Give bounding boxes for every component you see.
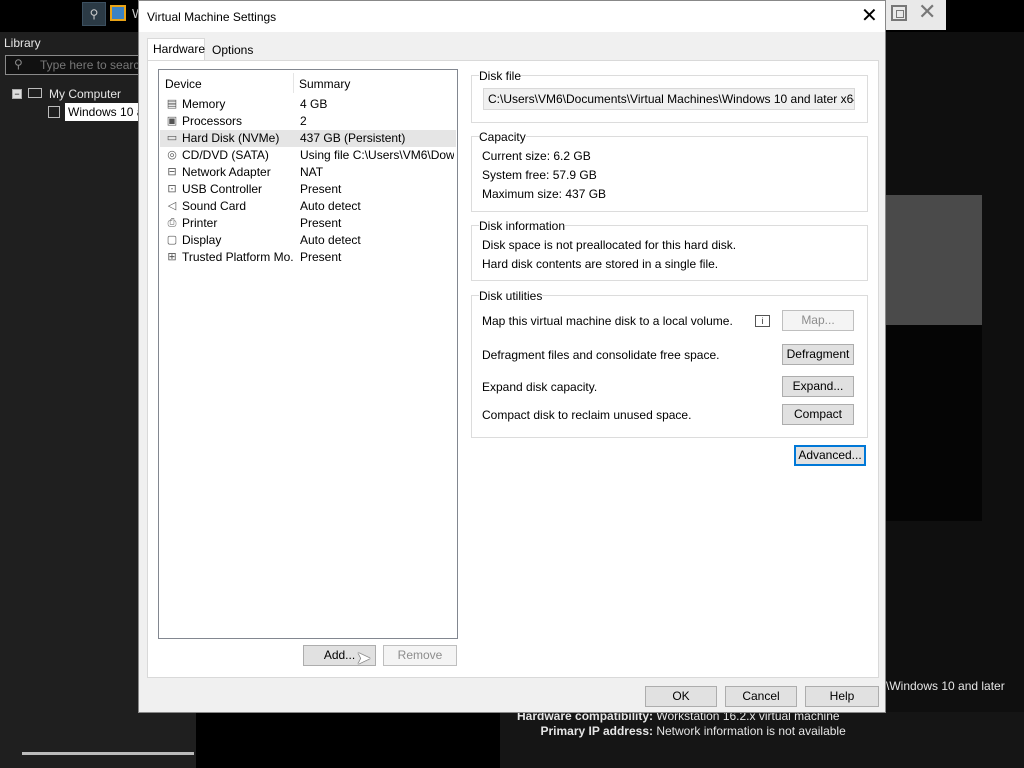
detail-value: Network information is not available [656, 724, 846, 738]
remove-button[interactable]: Remove [383, 645, 457, 666]
tpm-icon: ⊞ [167, 250, 177, 263]
dialog-titlebar: Virtual Machine Settings ✕ [139, 1, 885, 32]
device-name: CD/DVD (SATA) [182, 148, 269, 162]
device-summary: Using file C:\Users\VM6\Dow... [300, 148, 454, 162]
vm-settings-dialog: Virtual Machine Settings ✕ Hardware Opti… [138, 0, 886, 713]
pin-icon[interactable]: ⚲ [82, 2, 106, 26]
device-name: Network Adapter [182, 165, 271, 179]
device-summary: NAT [300, 165, 324, 179]
vmware-logo-icon [110, 5, 126, 21]
device-row[interactable]: ⎙ Printer Present [160, 215, 456, 232]
search-icon: ⚲ [14, 57, 23, 71]
tab-options[interactable]: Options [207, 40, 257, 60]
device-list-header: Device Summary [159, 70, 457, 96]
library-search-input[interactable]: Type here to search [5, 55, 155, 75]
device-summary: 4 GB [300, 97, 328, 111]
mouse-cursor-icon: ➤ [356, 648, 372, 669]
tree-collapse-icon[interactable]: − [12, 89, 22, 99]
advanced-button[interactable]: Advanced... [794, 445, 866, 466]
sound-card-icon: ◁ [167, 199, 177, 212]
defragment-description: Defragment files and consolidate free sp… [482, 348, 720, 362]
disk-file-label: Disk file [479, 69, 522, 83]
usb-icon: ⊡ [167, 182, 177, 195]
device-summary: 437 GB (Persistent) [300, 131, 406, 145]
help-button[interactable]: Help [805, 686, 879, 707]
device-list[interactable]: Device Summary ▤ Memory 4 GB ▣ Processors 2 ▭ H… [158, 69, 458, 639]
capacity-label: Capacity [479, 130, 526, 144]
computer-icon [28, 88, 42, 98]
expand-button[interactable]: Expand... [782, 376, 854, 397]
detail-row-primary-ip: Primary IP address: Network information … [517, 724, 846, 738]
defragment-button[interactable]: Defragment [782, 344, 854, 365]
device-name: Memory [182, 97, 226, 111]
vm-path-fragment: \Windows 10 and later [886, 679, 1005, 693]
device-row[interactable]: ▣ Processors 2 [160, 113, 456, 130]
close-icon[interactable]: ✕ [861, 4, 878, 26]
column-header-summary[interactable]: Summary [299, 77, 350, 91]
device-name: USB Controller [182, 182, 263, 196]
device-row[interactable]: ◁ Sound Card Auto detect [160, 198, 456, 215]
device-row[interactable]: ⊟ Network Adapter NAT [160, 164, 456, 181]
info-icon: i [755, 315, 770, 327]
device-summary: Auto detect [300, 233, 361, 247]
disk-info-line-1: Disk space is not preallocated for this … [482, 238, 737, 252]
column-header-device[interactable]: Device [165, 77, 202, 91]
compact-description: Compact disk to reclaim unused space. [482, 408, 692, 422]
device-name: Trusted Platform Mo... [182, 250, 294, 264]
cd-dvd-icon: ◎ [167, 148, 177, 161]
compact-button[interactable]: Compact [782, 404, 854, 425]
column-divider[interactable] [293, 73, 294, 93]
disk-file-path-field[interactable]: C:\Users\VM6\Documents\Virtual Machines\… [483, 88, 855, 110]
device-row[interactable]: ▢ Display Auto detect [160, 232, 456, 249]
device-name: Hard Disk (NVMe) [182, 131, 280, 145]
disk-info-line-2: Hard disk contents are stored in a singl… [482, 257, 719, 271]
vm-icon [48, 106, 60, 118]
disk-utilities-label: Disk utilities [479, 289, 543, 303]
device-row[interactable]: ⊞ Trusted Platform Mo... Present [160, 249, 456, 266]
device-summary: Auto detect [300, 199, 361, 213]
restore-icon[interactable] [891, 5, 907, 21]
library-scrollbar[interactable] [22, 752, 194, 755]
app-close-icon[interactable]: ✕ [918, 2, 936, 24]
device-name: Display [182, 233, 222, 247]
device-name: Sound Card [182, 199, 247, 213]
device-row[interactable]: ▤ Memory 4 GB [160, 96, 456, 113]
memory-icon: ▤ [166, 97, 178, 110]
device-summary: Present [300, 182, 342, 196]
device-summary: Present [300, 250, 342, 264]
printer-icon: ⎙ [167, 216, 177, 229]
network-adapter-icon: ⊟ [167, 165, 177, 178]
tree-item-my-computer[interactable]: My Computer [49, 87, 121, 101]
processor-icon: ▣ [166, 114, 178, 127]
device-row[interactable]: ▭ Hard Disk (NVMe) 437 GB (Persistent) [160, 130, 456, 147]
device-row[interactable]: ⊡ USB Controller Present [160, 181, 456, 198]
device-name: Printer [182, 216, 218, 230]
expand-description: Expand disk capacity. [482, 380, 598, 394]
device-summary: Present [300, 216, 342, 230]
map-button[interactable]: Map... [782, 310, 854, 331]
disk-information-group [471, 225, 868, 281]
system-free-text: System free: 57.9 GB [482, 168, 597, 182]
device-summary: 2 [300, 114, 307, 128]
device-name: Processors [182, 114, 243, 128]
disk-information-label: Disk information [479, 219, 566, 233]
vm-thumbnail[interactable] [886, 195, 982, 521]
current-size-text: Current size: 6.2 GB [482, 149, 591, 163]
detail-label: Primary IP address: [540, 724, 653, 738]
ok-button[interactable]: OK [645, 686, 717, 707]
map-description: Map this virtual machine disk to a local… [482, 314, 733, 328]
cancel-button[interactable]: Cancel [725, 686, 797, 707]
device-row[interactable]: ◎ CD/DVD (SATA) Using file C:\Users\VM6\Do… [160, 147, 456, 164]
hard-disk-icon: ▭ [166, 131, 178, 144]
library-title: Library [4, 36, 41, 50]
dialog-title: Virtual Machine Settings [147, 10, 277, 24]
maximum-size-text: Maximum size: 437 GB [482, 187, 607, 201]
tree-item-vm[interactable]: Windows 10 and later x64 [65, 103, 145, 121]
display-icon: ▢ [166, 233, 178, 246]
tab-hardware[interactable]: Hardware [147, 38, 205, 60]
